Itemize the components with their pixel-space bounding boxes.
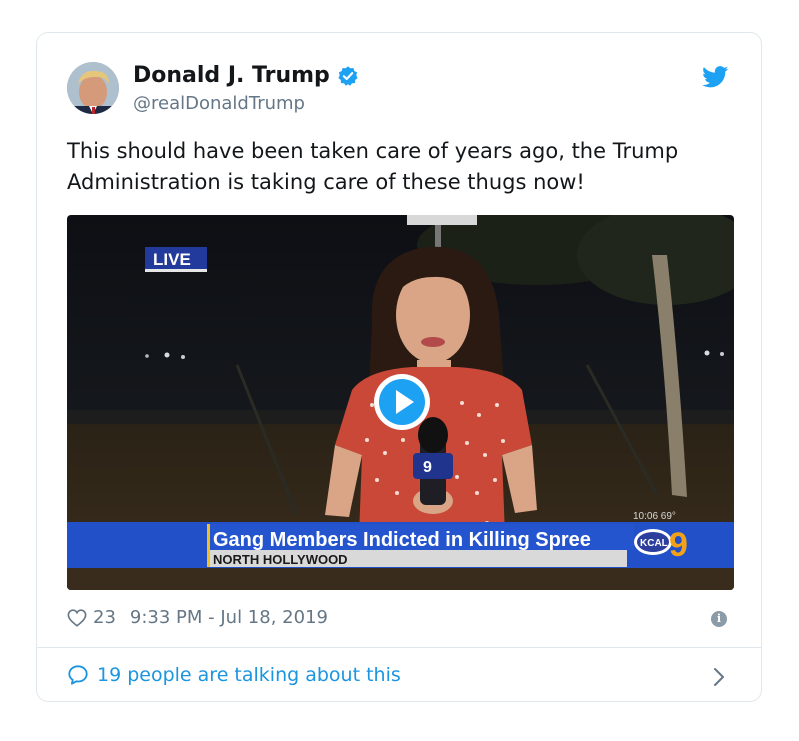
tweet-footer: 23 9:33 PM - Jul 18, 2019 <box>67 607 328 628</box>
station-number: 9 <box>669 526 688 564</box>
station-logo-text: KCAL <box>640 538 668 549</box>
divider <box>37 647 761 648</box>
like-count[interactable]: 23 <box>93 607 116 628</box>
twitter-bird-icon[interactable] <box>702 66 729 88</box>
author-handle[interactable]: @realDonaldTrump <box>133 93 305 114</box>
video-clock: 10:06 69° <box>633 511 676 522</box>
conversation-link[interactable]: 19 people are talking about this <box>67 664 401 686</box>
verified-badge-icon <box>338 65 358 86</box>
conversation-label[interactable]: 19 people are talking about this <box>97 664 401 686</box>
heart-icon[interactable] <box>67 608 87 627</box>
embedded-tweet-card[interactable]: Donald J. Trump @realDonaldTrump This sh… <box>36 32 762 702</box>
video-player[interactable]: 9 LIVE 10:06 69° Gang Members Indicted i… <box>67 215 734 590</box>
live-badge: LIVE <box>153 250 191 269</box>
comment-bubble-icon <box>68 665 88 685</box>
chyron-headline: Gang Members Indicted in Killing Spree <box>213 529 591 551</box>
chyron-location: NORTH HOLLYWOOD <box>213 552 348 567</box>
author-name-row[interactable]: Donald J. Trump <box>133 63 359 88</box>
author-name[interactable]: Donald J. Trump <box>133 63 330 88</box>
chevron-right-icon[interactable] <box>713 667 725 687</box>
info-icon[interactable]: i <box>711 611 727 627</box>
play-icon[interactable] <box>372 372 432 432</box>
tweet-timestamp[interactable]: 9:33 PM - Jul 18, 2019 <box>130 607 328 628</box>
mic-flag-text: 9 <box>423 459 432 476</box>
tweet-text: This should have been taken care of year… <box>67 139 679 194</box>
avatar[interactable] <box>67 62 119 114</box>
avatar-image <box>67 62 119 114</box>
